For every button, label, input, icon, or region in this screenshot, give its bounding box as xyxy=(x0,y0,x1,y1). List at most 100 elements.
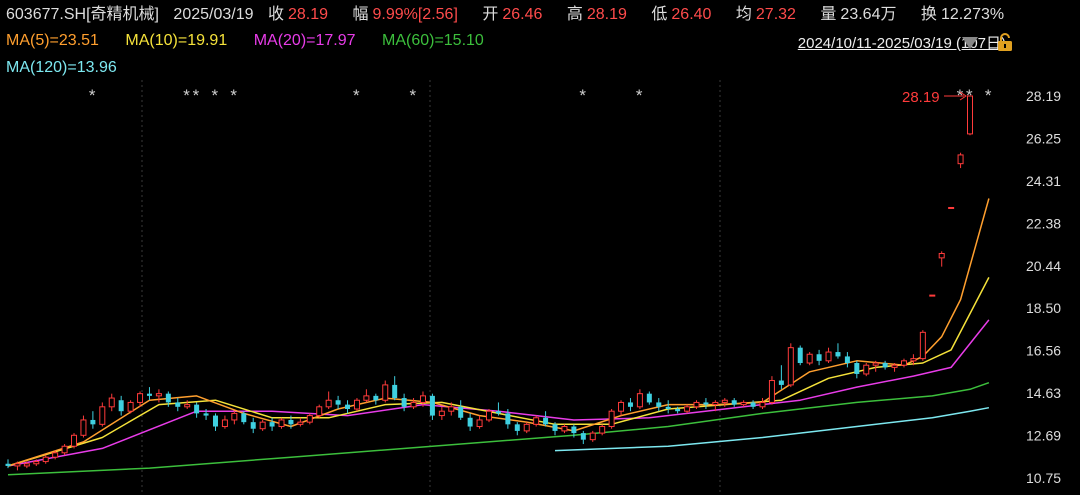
candle-body xyxy=(835,352,841,357)
star-marker: * xyxy=(230,86,237,105)
candle-body xyxy=(816,354,822,361)
candle-body xyxy=(212,415,218,427)
dropdown-triangle-icon[interactable] xyxy=(962,37,978,49)
candle-body xyxy=(14,463,21,467)
candle-body xyxy=(90,419,96,425)
candle-body xyxy=(656,402,662,407)
candle-body xyxy=(467,417,473,427)
candle-body xyxy=(797,347,803,364)
star-marker: * xyxy=(966,86,973,105)
star-marker: * xyxy=(211,86,218,105)
candle-body xyxy=(731,400,737,405)
lock-icon[interactable] xyxy=(996,32,1014,52)
change-label: 幅 xyxy=(352,6,369,23)
ma-legend-row-1: MA(5)=23.51 MA(10)=19.91 MA(20)=17.97 MA… xyxy=(6,31,506,51)
candle-body xyxy=(533,417,540,425)
candle-body xyxy=(589,432,596,441)
candle-body xyxy=(335,400,341,405)
candle-body xyxy=(750,402,756,407)
candle-body xyxy=(363,395,370,401)
price-chart: ************ 28.1926.2524.3122.3820.4418… xyxy=(5,80,1061,495)
candle-body xyxy=(684,406,691,412)
candle-body xyxy=(241,413,247,423)
candle-body xyxy=(99,406,106,425)
candle-body xyxy=(137,393,144,403)
candle-body xyxy=(806,353,813,364)
candle-body xyxy=(636,393,643,408)
candle-body xyxy=(458,406,464,418)
candle-body xyxy=(938,252,945,259)
candle-body xyxy=(721,399,728,403)
candle-body xyxy=(155,393,162,397)
candle-body xyxy=(325,399,332,408)
candle-body xyxy=(495,411,501,414)
open-value: 26.46 xyxy=(502,6,543,23)
ma120-legend: MA(120)=13.96 xyxy=(6,59,117,76)
star-marker: * xyxy=(410,86,417,105)
candle-body xyxy=(382,384,389,401)
candle-body xyxy=(712,401,719,406)
ma5-legend: MA(5)=23.51 xyxy=(6,32,99,49)
candle-body xyxy=(259,421,266,430)
candle-body xyxy=(900,360,907,366)
avg-label: 均 xyxy=(735,6,752,23)
star-marker: * xyxy=(985,86,992,105)
volume-value: 23.64万 xyxy=(840,6,897,23)
y-tick-label: 16.56 xyxy=(1026,343,1061,359)
candle-body xyxy=(221,419,228,428)
candle-body xyxy=(825,351,832,362)
quote-header: 603677.SH[奇精机械] 2025/03/19 收 28.19 幅 9.99%… xyxy=(6,4,1024,26)
y-tick-label: 24.31 xyxy=(1026,173,1061,189)
candle-body xyxy=(552,424,558,431)
candle-body xyxy=(429,395,435,416)
change-value: 9.99%[2.56] xyxy=(372,6,458,23)
ma20-legend: MA(20)=17.97 xyxy=(253,32,356,49)
candle-body xyxy=(250,422,256,429)
candle-body xyxy=(118,400,124,412)
ma20-line xyxy=(7,319,990,467)
candle-body xyxy=(768,380,775,403)
y-tick-label: 28.19 xyxy=(1026,88,1061,104)
candle-body xyxy=(759,401,766,408)
candle-body xyxy=(71,434,78,447)
y-tick-label: 18.50 xyxy=(1026,300,1061,316)
candle-body xyxy=(627,402,633,407)
candle-body xyxy=(146,393,152,396)
candle-body xyxy=(33,461,40,465)
star-marker: * xyxy=(353,86,360,105)
candle-body xyxy=(787,347,794,386)
candle-body xyxy=(872,362,879,366)
candle-body xyxy=(288,419,294,425)
star-marker: * xyxy=(636,86,643,105)
ma60-legend: MA(60)=15.10 xyxy=(381,32,484,49)
low-label: 低 xyxy=(651,6,668,23)
candle-body xyxy=(882,363,888,368)
candle-body xyxy=(919,331,926,360)
candle-body xyxy=(316,406,323,417)
y-tick-label: 10.75 xyxy=(1026,470,1061,486)
candle-body xyxy=(910,358,917,362)
candle-body xyxy=(486,410,492,421)
y-tick-label: 22.38 xyxy=(1026,215,1061,231)
candle-body xyxy=(108,397,115,408)
ma120-line xyxy=(554,406,990,452)
candle-body xyxy=(948,206,955,209)
candle-body xyxy=(419,395,426,403)
avg-value: 27.32 xyxy=(755,6,796,23)
candle-body xyxy=(778,380,784,385)
candle-body xyxy=(580,433,586,440)
volume-label: 量 xyxy=(820,6,837,23)
candle-body xyxy=(740,401,747,406)
open-label: 开 xyxy=(482,6,499,23)
y-tick-label: 14.63 xyxy=(1026,385,1061,401)
candle-body xyxy=(410,401,417,408)
candle-body xyxy=(608,410,615,428)
candle-body xyxy=(184,404,191,408)
stock-code: 603677.SH[奇精机械] xyxy=(6,6,159,23)
candle-body xyxy=(297,421,304,425)
ma10-legend: MA(10)=19.91 xyxy=(125,32,228,49)
close-label: 收 xyxy=(267,6,284,23)
y-tick-label: 20.44 xyxy=(1026,258,1061,274)
candle-body xyxy=(23,463,30,467)
last-price-label: 28.19 xyxy=(902,89,940,106)
